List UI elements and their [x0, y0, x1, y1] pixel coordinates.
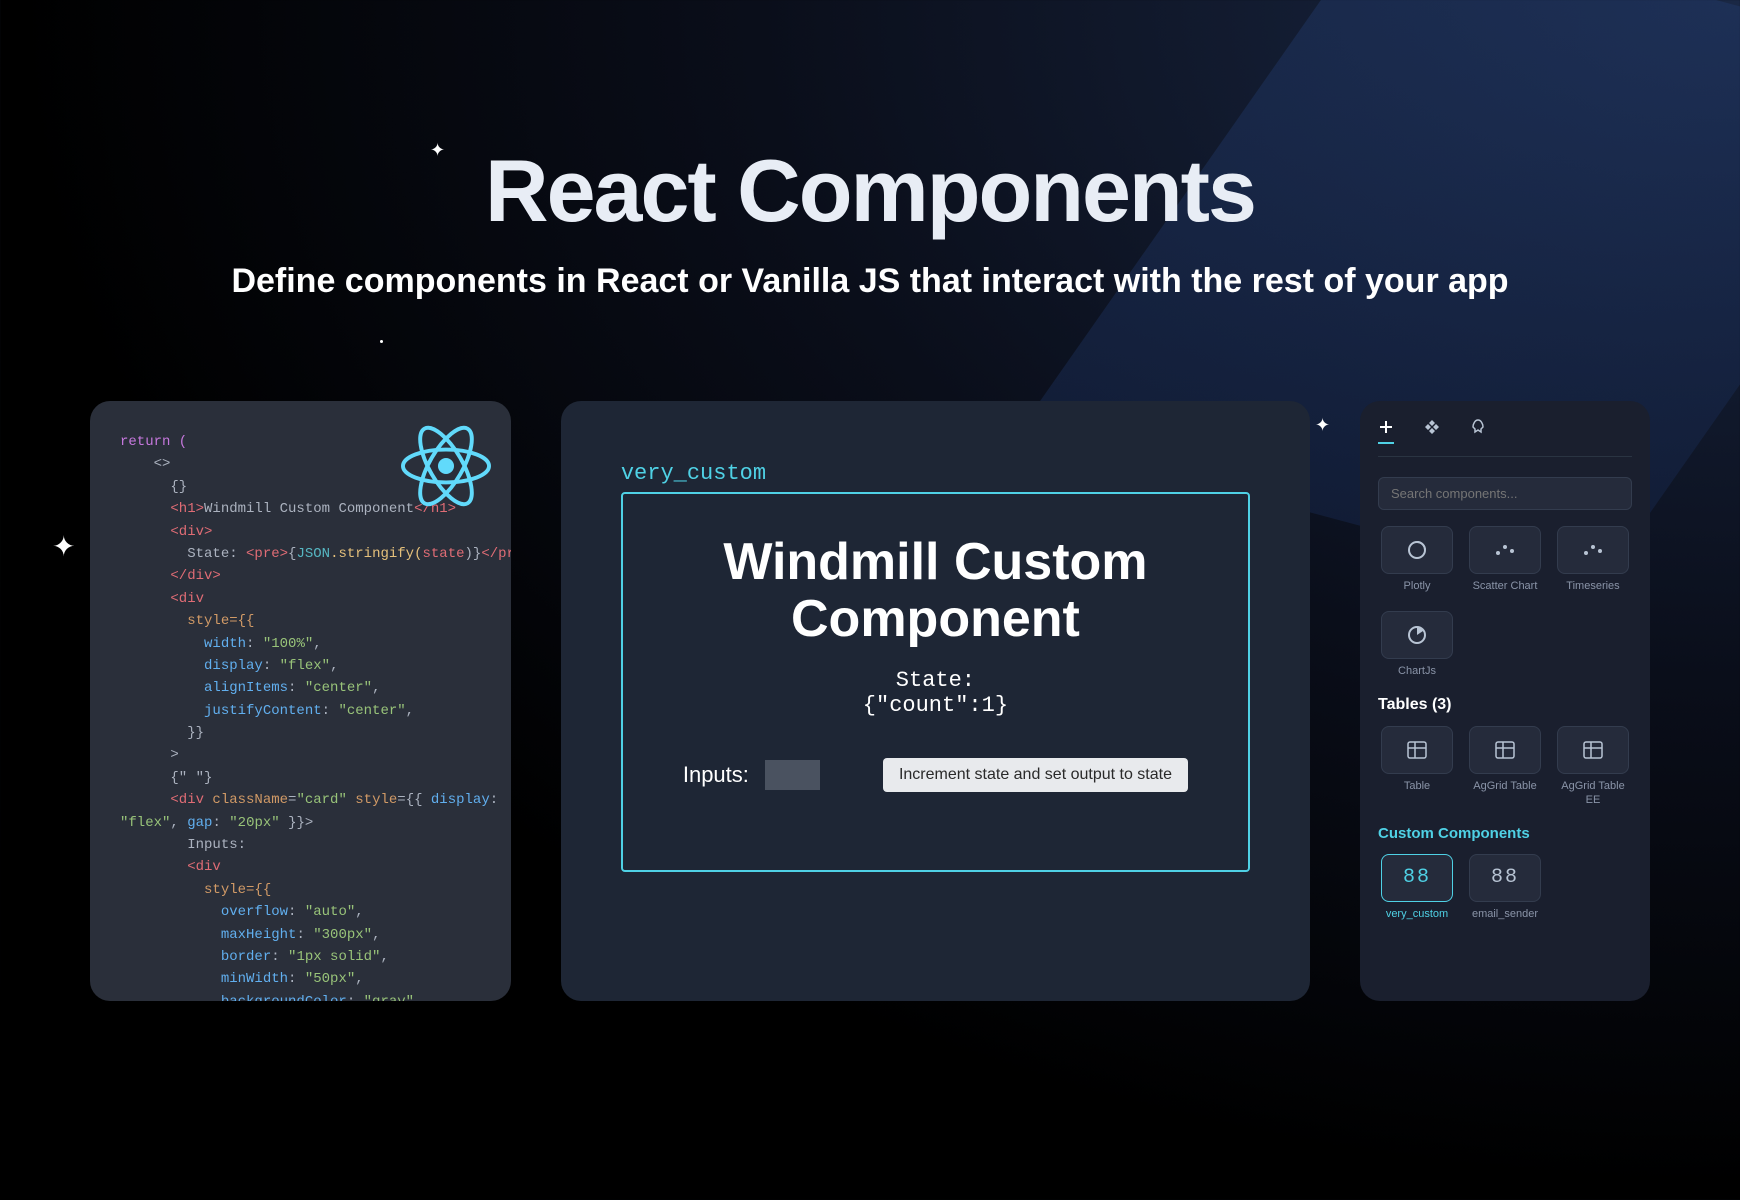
component-table[interactable] [1381, 726, 1453, 774]
component-email-sender[interactable]: 88 [1469, 854, 1541, 902]
preview-component-frame[interactable]: Windmill Custom Component State: {"count… [621, 492, 1250, 872]
component-aggrid-ee[interactable] [1557, 726, 1629, 774]
custom-components-title: Custom Components [1378, 825, 1632, 842]
component-scatter-chart[interactable] [1469, 526, 1541, 574]
component-chartjs-label: ChartJs [1398, 665, 1436, 678]
timeseries-icon [1583, 543, 1603, 557]
inputs-display-box [765, 760, 820, 790]
digit-display-icon: 88 [1403, 866, 1431, 889]
increment-button[interactable]: Increment state and set output to state [883, 758, 1188, 792]
page-subtitle: Define components in React or Vanilla JS… [0, 262, 1740, 301]
tab-components[interactable] [1424, 419, 1440, 444]
page-title: React Components [0, 140, 1740, 242]
table-icon [1583, 741, 1603, 759]
plotly-icon [1407, 540, 1427, 560]
component-email-sender-label: email_sender [1472, 908, 1538, 921]
component-plotly-label: Plotly [1404, 580, 1431, 593]
component-plotly[interactable] [1381, 526, 1453, 574]
tab-theme[interactable] [1470, 419, 1486, 444]
component-library-sidebar: Plotly Scatter Chart Timeseries [1360, 401, 1650, 1001]
table-icon [1407, 741, 1427, 759]
state-label: State: [863, 668, 1008, 693]
digit-display-icon: 88 [1491, 866, 1519, 889]
state-value: {"count":1} [863, 693, 1008, 718]
grid-icon [1424, 419, 1440, 435]
rocket-icon [1470, 419, 1486, 435]
react-logo-icon [401, 421, 491, 511]
component-timeseries-label: Timeseries [1566, 580, 1619, 593]
component-scatter-label: Scatter Chart [1473, 580, 1538, 593]
component-chartjs[interactable] [1381, 611, 1453, 659]
inputs-label: Inputs: [683, 762, 749, 788]
tab-add[interactable] [1378, 419, 1394, 444]
component-aggrid-label: AgGrid Table [1473, 780, 1536, 793]
plus-icon [1378, 419, 1394, 435]
chartjs-icon [1407, 625, 1427, 645]
scatter-icon [1495, 543, 1515, 557]
preview-component-label: very_custom [621, 461, 1250, 486]
preview-panel: very_custom Windmill Custom Component St… [561, 401, 1310, 1001]
component-very-custom[interactable]: 88 [1381, 854, 1453, 902]
component-timeseries[interactable] [1557, 526, 1629, 574]
component-aggrid[interactable] [1469, 726, 1541, 774]
search-input[interactable] [1378, 477, 1632, 510]
component-aggrid-ee-label: AgGrid Table EE [1554, 780, 1632, 806]
code-editor-panel: return ( <> {} <h1>Windmill Custom Compo… [90, 401, 511, 1001]
tables-section-title: Tables (3) [1378, 696, 1632, 714]
component-table-label: Table [1404, 780, 1430, 793]
table-icon [1495, 741, 1515, 759]
component-heading: Windmill Custom Component [663, 534, 1208, 648]
component-very-custom-label: very_custom [1386, 908, 1448, 921]
